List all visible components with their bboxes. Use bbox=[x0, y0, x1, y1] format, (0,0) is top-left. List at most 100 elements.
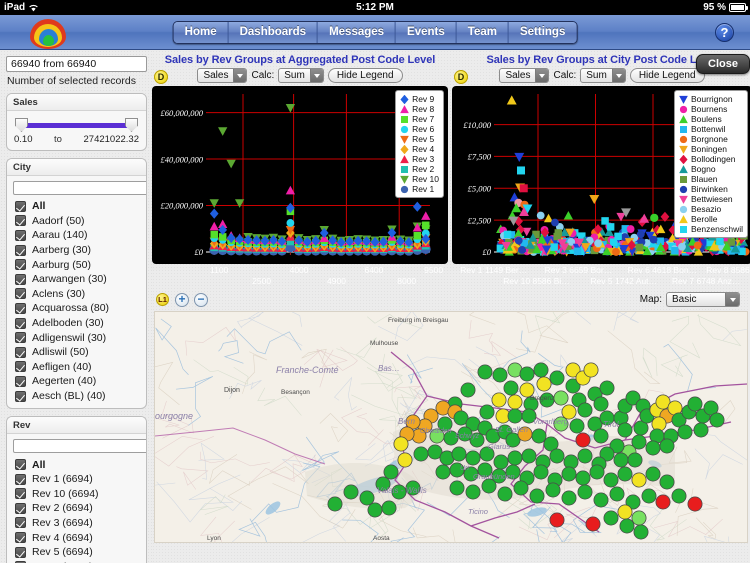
chart1-badge[interactable]: D bbox=[154, 70, 168, 84]
list-item[interactable]: Rev 6 (6694) bbox=[13, 559, 140, 563]
list-item[interactable]: Aarwangen (30) bbox=[13, 272, 140, 287]
help-icon[interactable]: ? bbox=[715, 22, 734, 42]
checkbox[interactable] bbox=[15, 244, 26, 256]
list-item[interactable]: Adliswil (50) bbox=[13, 345, 140, 360]
legend-item[interactable]: Rev 8 bbox=[400, 104, 439, 114]
list-item[interactable]: Aarburg (50) bbox=[13, 257, 140, 272]
list-item[interactable]: Rev 5 (6694) bbox=[13, 545, 140, 560]
checkbox[interactable] bbox=[15, 273, 26, 285]
checkbox[interactable] bbox=[15, 346, 26, 358]
list-item[interactable]: Aefligen (40) bbox=[13, 360, 140, 375]
tab-events[interactable]: Events bbox=[396, 21, 457, 43]
checkbox[interactable] bbox=[15, 546, 26, 558]
sales-range-slider[interactable] bbox=[15, 118, 138, 133]
legend-item[interactable]: Bollodingen bbox=[679, 154, 743, 164]
list-item[interactable]: Rev 2 (6694) bbox=[13, 501, 140, 516]
map-label: Aosta bbox=[373, 535, 390, 542]
zoom-in-icon[interactable]: + bbox=[175, 292, 189, 307]
checkbox[interactable] bbox=[15, 532, 26, 544]
checkbox[interactable] bbox=[15, 332, 26, 344]
legend-item[interactable]: Bottenwil bbox=[679, 124, 743, 134]
legend-item[interactable]: Berolle bbox=[679, 214, 743, 224]
tab-home[interactable]: Home bbox=[173, 21, 229, 43]
legend-item[interactable]: Rev 1 bbox=[400, 184, 439, 194]
checkbox[interactable] bbox=[15, 259, 26, 271]
chart2-hide-legend-button[interactable]: Hide Legend bbox=[629, 68, 705, 83]
legend-item[interactable]: Rev 6 bbox=[400, 124, 439, 134]
legend-item[interactable]: Besazio bbox=[679, 204, 743, 214]
checkbox[interactable] bbox=[15, 361, 26, 373]
x-tick-label: Rev 7 6748 Anz… bbox=[671, 276, 741, 286]
list-item[interactable]: Adligenswil (30) bbox=[13, 330, 140, 345]
checkbox[interactable] bbox=[15, 375, 26, 387]
tab-dashboards[interactable]: Dashboards bbox=[228, 21, 319, 43]
checkbox[interactable] bbox=[15, 200, 26, 212]
chart1-x-axis: 1100 2500 4000 4900 6400 8000 9500 bbox=[152, 264, 448, 290]
map-style-select[interactable]: Basic bbox=[666, 292, 740, 307]
legend-label: Boulens bbox=[691, 114, 722, 125]
list-item[interactable]: Rev 1 (6694) bbox=[13, 472, 140, 487]
list-item[interactable]: Rev 4 (6694) bbox=[13, 530, 140, 545]
chart1-measure-select[interactable]: Sales bbox=[197, 68, 248, 83]
legend-item[interactable]: Birwinken bbox=[679, 184, 743, 194]
map-label: Graubünden bbox=[473, 472, 515, 481]
chart1-hide-legend-button[interactable]: Hide Legend bbox=[327, 68, 403, 83]
legend-item[interactable]: Blauen bbox=[679, 174, 743, 184]
map-view[interactable]: Dijon Besançon Mulhouse Freiburg im Breisga… bbox=[154, 311, 748, 543]
checkbox[interactable] bbox=[15, 215, 26, 227]
tab-settings[interactable]: Settings bbox=[508, 21, 577, 43]
rev-search-input[interactable] bbox=[13, 439, 146, 454]
legend-item[interactable]: Bournens bbox=[679, 104, 743, 114]
legend-item[interactable]: Boningen bbox=[679, 144, 743, 154]
list-item[interactable]: Aarberg (30) bbox=[13, 243, 140, 258]
chart2-calc-select[interactable]: Sum bbox=[580, 68, 626, 83]
legend-item[interactable]: Benzenschwil bbox=[679, 224, 743, 234]
legend-item[interactable]: Rev 7 bbox=[400, 114, 439, 124]
checkbox[interactable] bbox=[15, 502, 26, 514]
legend-item[interactable]: Bourrignon bbox=[679, 94, 743, 104]
list-item[interactable]: Aadorf (50) bbox=[13, 214, 140, 229]
checkbox[interactable] bbox=[15, 390, 26, 402]
map-layer-badge[interactable]: L1 bbox=[156, 293, 169, 306]
legend-item[interactable]: Rev 2 bbox=[400, 164, 439, 174]
chart2-badge[interactable]: D bbox=[454, 70, 468, 84]
city-search-input[interactable] bbox=[13, 181, 146, 195]
list-item[interactable]: Rev 10 (6694) bbox=[13, 487, 140, 502]
checkbox[interactable] bbox=[15, 317, 26, 329]
checkbox[interactable] bbox=[15, 288, 26, 300]
zoom-out-icon[interactable]: − bbox=[194, 292, 208, 307]
tab-messages[interactable]: Messages bbox=[318, 21, 397, 43]
legend-item[interactable]: Rev 9 bbox=[400, 94, 439, 104]
list-item[interactable]: Aarau (140) bbox=[13, 228, 140, 243]
checkbox[interactable] bbox=[15, 517, 26, 529]
slider-handle-max[interactable] bbox=[125, 118, 138, 132]
sales-filter-panel: Sales 0.10 to 27421022.32 bbox=[6, 93, 147, 151]
list-item[interactable]: Adelboden (30) bbox=[13, 316, 140, 331]
legend-item[interactable]: Boulens bbox=[679, 114, 743, 124]
tab-team[interactable]: Team bbox=[456, 21, 509, 43]
legend-item[interactable]: Rev 3 bbox=[400, 154, 439, 164]
chart1-calc-select[interactable]: Sum bbox=[278, 68, 324, 83]
close-button[interactable]: Close bbox=[696, 54, 750, 74]
list-item[interactable]: Aesch (BL) (40) bbox=[13, 389, 140, 404]
chart2-calc-value: Sum bbox=[586, 70, 607, 81]
list-item[interactable]: Aegerten (40) bbox=[13, 374, 140, 389]
legend-item[interactable]: Rev 5 bbox=[400, 134, 439, 144]
chart2-measure-select[interactable]: Sales bbox=[499, 68, 550, 83]
checkbox[interactable] bbox=[15, 488, 26, 500]
legend-item[interactable]: Borgnone bbox=[679, 134, 743, 144]
list-item[interactable]: All bbox=[13, 199, 140, 214]
list-item[interactable]: Aclens (30) bbox=[13, 287, 140, 302]
checkbox[interactable] bbox=[15, 473, 26, 485]
legend-item[interactable]: Rev 4 bbox=[400, 144, 439, 154]
slider-handle-min[interactable] bbox=[15, 118, 28, 132]
legend-item[interactable]: Bettwiesen bbox=[679, 194, 743, 204]
checkbox[interactable] bbox=[15, 302, 26, 314]
checkbox[interactable] bbox=[15, 229, 26, 241]
list-item[interactable]: Acquarossa (80) bbox=[13, 301, 140, 316]
checkbox[interactable] bbox=[15, 459, 26, 471]
list-item[interactable]: All bbox=[13, 457, 140, 472]
legend-item[interactable]: Bogno bbox=[679, 164, 743, 174]
list-item[interactable]: Rev 3 (6694) bbox=[13, 516, 140, 531]
legend-item[interactable]: Rev 10 bbox=[400, 174, 439, 184]
